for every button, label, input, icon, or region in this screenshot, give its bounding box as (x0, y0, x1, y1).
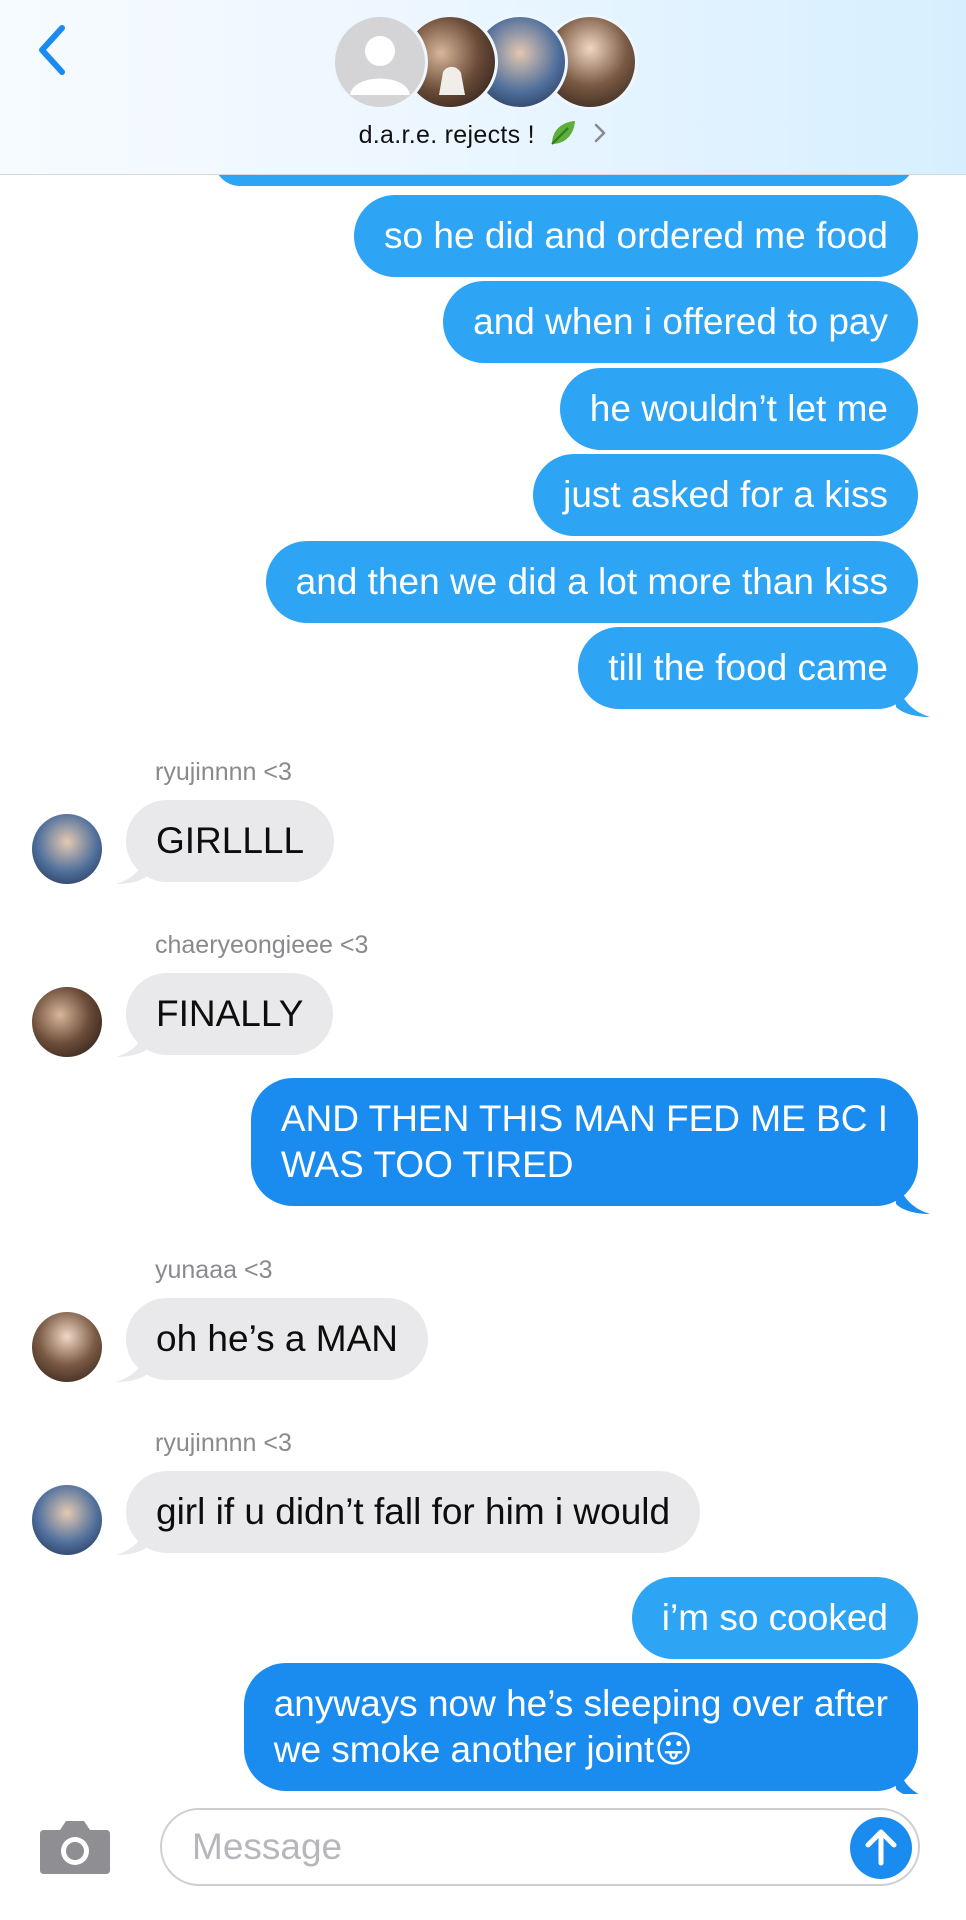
conversation-header: d.a.r.e. rejects ! (0, 0, 966, 175)
tongue-emoji: 😛 (654, 1728, 693, 1771)
sender-avatar[interactable] (32, 814, 102, 884)
sender-name: ryujinnnn <3 (155, 1429, 292, 1457)
message-text-line: AND THEN THIS MAN FED ME BC I (280, 1098, 888, 1139)
message-text: he wouldn’t let me (589, 388, 888, 429)
message-bubble-sent[interactable]: AND THEN THIS MAN FED ME BC I WAS TOO TI… (250, 1078, 918, 1206)
sender-avatar[interactable] (32, 1312, 102, 1382)
chevron-left-icon (39, 25, 65, 75)
send-arrow-icon (865, 1829, 897, 1866)
camera-icon (40, 1821, 110, 1874)
message-text-line: anyways now he’s sleeping over after (273, 1683, 888, 1724)
group-name: d.a.r.e. rejects ! (358, 121, 535, 150)
camera-button[interactable] (38, 1816, 112, 1876)
message-text: just asked for a kiss (563, 474, 888, 515)
send-button[interactable] (850, 1817, 912, 1879)
message-bubble-sent[interactable]: and when i offered to pay (443, 281, 918, 363)
message-thread[interactable]: so he did and ordered me food and when i… (0, 134, 966, 1799)
message-bubble-sent[interactable]: till the food came (578, 627, 918, 709)
default-avatar (332, 14, 428, 110)
message-text: and then we did a lot more than kiss (295, 561, 888, 602)
message-text: so he did and ordered me food (384, 215, 888, 256)
message-bubble-sent[interactable]: so he did and ordered me food (354, 195, 918, 277)
message-bubble-sent[interactable]: he wouldn’t let me (559, 368, 918, 450)
message-bubble-sent[interactable]: anyways now he’s sleeping over after we … (243, 1663, 918, 1791)
sender-avatar[interactable] (32, 1485, 102, 1555)
message-bubble-received[interactable]: GIRLLLL (126, 800, 335, 882)
message-bubble-sent[interactable]: i’m so cooked (631, 1577, 918, 1659)
group-avatars[interactable] (332, 14, 638, 110)
message-bubble-received[interactable]: FINALLY (126, 973, 334, 1055)
sender-name: yunaaa <3 (155, 1256, 273, 1284)
message-text: till the food came (608, 647, 888, 688)
message-text-line: we smoke another joint (273, 1729, 655, 1770)
message-bubble-received[interactable]: girl if u didn’t fall for him i would (126, 1471, 701, 1553)
message-text: GIRLLLL (156, 820, 305, 861)
message-bubble-sent[interactable]: just asked for a kiss (533, 454, 918, 536)
bubble-tail (896, 679, 930, 717)
message-text: girl if u didn’t fall for him i would (156, 1491, 671, 1532)
message-text-line: WAS TOO TIRED (280, 1144, 574, 1185)
message-text: FINALLY (156, 993, 304, 1034)
message-bubble-received[interactable]: oh he’s a MAN (126, 1298, 428, 1380)
sender-name: ryujinnnn <3 (155, 758, 292, 786)
bubble-tail (896, 1176, 930, 1214)
message-bubble-sent[interactable]: and then we did a lot more than kiss (265, 541, 918, 623)
back-button[interactable] (30, 22, 80, 82)
sender-name: chaeryeongieee <3 (155, 931, 369, 959)
sender-avatar[interactable] (32, 987, 102, 1057)
chevron-right-icon (593, 122, 607, 151)
message-composer (0, 1794, 966, 1920)
message-text: and when i offered to pay (473, 301, 888, 342)
message-input[interactable] (160, 1808, 920, 1886)
message-text: oh he’s a MAN (156, 1318, 398, 1359)
leaf-emoji-icon (548, 118, 578, 155)
group-title[interactable]: d.a.r.e. rejects ! (0, 118, 966, 155)
message-text: i’m so cooked (661, 1597, 888, 1638)
